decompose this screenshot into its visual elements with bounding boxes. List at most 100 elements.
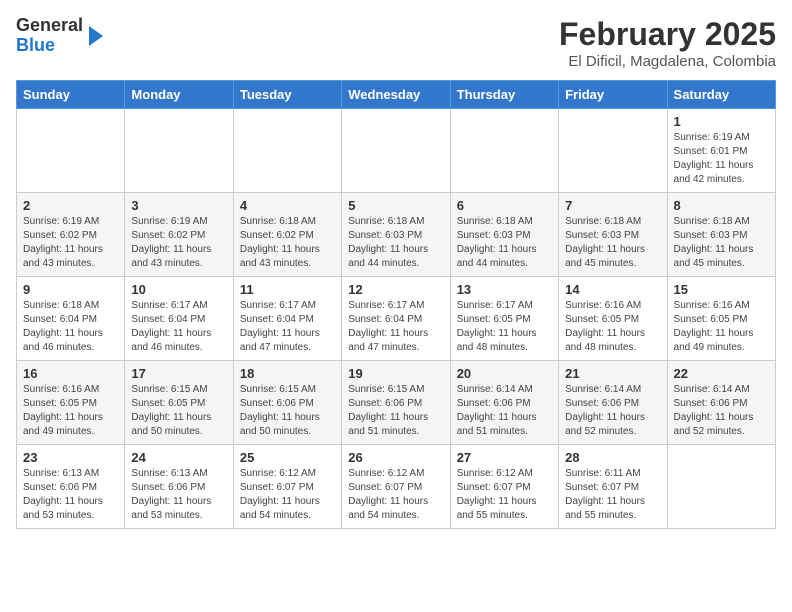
day-number: 5 (348, 198, 443, 213)
weekday-header-tuesday: Tuesday (233, 81, 341, 109)
day-number: 9 (23, 282, 118, 297)
weekday-header-sunday: Sunday (17, 81, 125, 109)
calendar-header: SundayMondayTuesdayWednesdayThursdayFrid… (17, 81, 776, 109)
day-number: 21 (565, 366, 660, 381)
weekday-header-monday: Monday (125, 81, 233, 109)
day-info: Sunrise: 6:12 AM Sunset: 6:07 PM Dayligh… (348, 467, 443, 523)
day-number: 17 (131, 366, 226, 381)
day-number: 15 (674, 282, 769, 297)
day-number: 18 (240, 366, 335, 381)
day-number: 4 (240, 198, 335, 213)
calendar-cell: 27 Sunrise: 6:12 AM Sunset: 6:07 PM Dayli… (450, 445, 558, 529)
day-number: 25 (240, 450, 335, 465)
day-info: Sunrise: 6:14 AM Sunset: 6:06 PM Dayligh… (565, 383, 660, 439)
calendar-cell (667, 445, 775, 529)
day-info: Sunrise: 6:14 AM Sunset: 6:06 PM Dayligh… (674, 383, 769, 439)
day-number: 11 (240, 282, 335, 297)
title-block: February 2025 El Dificil, Magdalena, Col… (559, 16, 776, 70)
day-number: 7 (565, 198, 660, 213)
day-info: Sunrise: 6:18 AM Sunset: 6:03 PM Dayligh… (457, 215, 552, 271)
day-number: 16 (23, 366, 118, 381)
calendar-cell: 13Sunrise: 6:17 AM Sunset: 6:05 PM Dayli… (450, 277, 558, 361)
weekday-header-saturday: Saturday (667, 81, 775, 109)
calendar-cell: 19Sunrise: 6:15 AM Sunset: 6:06 PM Dayli… (342, 361, 450, 445)
day-number: 19 (348, 366, 443, 381)
calendar-cell: 11 Sunrise: 6:17 AM Sunset: 6:04 PM Dayli… (233, 277, 341, 361)
day-number: 22 (674, 366, 769, 381)
page-header: General Blue February 2025 El Dificil, M… (16, 16, 776, 70)
day-info: Sunrise: 6:17 AM Sunset: 6:04 PM Dayligh… (240, 299, 335, 355)
day-number: 13 (457, 282, 552, 297)
day-info: Sunrise: 6:13 AM Sunset: 6:06 PM Dayligh… (23, 467, 118, 523)
day-number: 3 (131, 198, 226, 213)
calendar-cell: 28 Sunrise: 6:11 AM Sunset: 6:07 PM Dayli… (559, 445, 667, 529)
calendar-cell: 26Sunrise: 6:12 AM Sunset: 6:07 PM Dayli… (342, 445, 450, 529)
day-number: 10 (131, 282, 226, 297)
day-info: Sunrise: 6:11 AM Sunset: 6:07 PM Dayligh… (565, 467, 660, 523)
day-number: 12 (348, 282, 443, 297)
weekday-header-friday: Friday (559, 81, 667, 109)
day-info: Sunrise: 6:13 AM Sunset: 6:06 PM Dayligh… (131, 467, 226, 523)
calendar-cell: 23 Sunrise: 6:13 AM Sunset: 6:06 PM Dayli… (17, 445, 125, 529)
day-number: 28 (565, 450, 660, 465)
day-info: Sunrise: 6:12 AM Sunset: 6:07 PM Dayligh… (240, 467, 335, 523)
calendar-cell: 3 Sunrise: 6:19 AM Sunset: 6:02 PM Daylig… (125, 193, 233, 277)
week-row-4: 23 Sunrise: 6:13 AM Sunset: 6:06 PM Dayli… (17, 445, 776, 529)
logo: General Blue (16, 16, 103, 56)
logo-arrow-icon (89, 26, 103, 46)
calendar-cell: 4 Sunrise: 6:18 AM Sunset: 6:02 PM Daylig… (233, 193, 341, 277)
week-row-2: 9 Sunrise: 6:18 AM Sunset: 6:04 PM Daylig… (17, 277, 776, 361)
day-info: Sunrise: 6:15 AM Sunset: 6:06 PM Dayligh… (240, 383, 335, 439)
page-subtitle: El Dificil, Magdalena, Colombia (559, 53, 776, 70)
day-number: 27 (457, 450, 552, 465)
day-info: Sunrise: 6:15 AM Sunset: 6:05 PM Dayligh… (131, 383, 226, 439)
calendar-cell: 9 Sunrise: 6:18 AM Sunset: 6:04 PM Daylig… (17, 277, 125, 361)
calendar-cell: 7 Sunrise: 6:18 AM Sunset: 6:03 PM Daylig… (559, 193, 667, 277)
day-info: Sunrise: 6:18 AM Sunset: 6:03 PM Dayligh… (565, 215, 660, 271)
day-number: 1 (674, 114, 769, 129)
week-row-0: 1 Sunrise: 6:19 AM Sunset: 6:01 PM Daylig… (17, 109, 776, 193)
calendar-cell: 21 Sunrise: 6:14 AM Sunset: 6:06 PM Dayli… (559, 361, 667, 445)
calendar-cell: 8 Sunrise: 6:18 AM Sunset: 6:03 PM Daylig… (667, 193, 775, 277)
calendar-cell: 22 Sunrise: 6:14 AM Sunset: 6:06 PM Dayli… (667, 361, 775, 445)
day-number: 23 (23, 450, 118, 465)
day-number: 14 (565, 282, 660, 297)
day-info: Sunrise: 6:12 AM Sunset: 6:07 PM Dayligh… (457, 467, 552, 523)
day-info: Sunrise: 6:18 AM Sunset: 6:03 PM Dayligh… (674, 215, 769, 271)
day-number: 2 (23, 198, 118, 213)
day-info: Sunrise: 6:18 AM Sunset: 6:03 PM Dayligh… (348, 215, 443, 271)
calendar-cell: 5 Sunrise: 6:18 AM Sunset: 6:03 PM Daylig… (342, 193, 450, 277)
week-row-3: 16 Sunrise: 6:16 AM Sunset: 6:05 PM Dayli… (17, 361, 776, 445)
day-info: Sunrise: 6:18 AM Sunset: 6:04 PM Dayligh… (23, 299, 118, 355)
day-number: 6 (457, 198, 552, 213)
calendar-cell: 18 Sunrise: 6:15 AM Sunset: 6:06 PM Dayli… (233, 361, 341, 445)
weekday-header-wednesday: Wednesday (342, 81, 450, 109)
calendar-cell: 1 Sunrise: 6:19 AM Sunset: 6:01 PM Daylig… (667, 109, 775, 193)
day-info: Sunrise: 6:19 AM Sunset: 6:02 PM Dayligh… (131, 215, 226, 271)
calendar-cell (342, 109, 450, 193)
day-info: Sunrise: 6:19 AM Sunset: 6:02 PM Dayligh… (23, 215, 118, 271)
logo-blue-text: Blue (16, 35, 55, 55)
day-info: Sunrise: 6:17 AM Sunset: 6:04 PM Dayligh… (131, 299, 226, 355)
calendar-cell: 24 Sunrise: 6:13 AM Sunset: 6:06 PM Dayli… (125, 445, 233, 529)
day-info: Sunrise: 6:18 AM Sunset: 6:02 PM Dayligh… (240, 215, 335, 271)
day-number: 24 (131, 450, 226, 465)
calendar-cell: 20Sunrise: 6:14 AM Sunset: 6:06 PM Dayli… (450, 361, 558, 445)
day-info: Sunrise: 6:14 AM Sunset: 6:06 PM Dayligh… (457, 383, 552, 439)
calendar-cell (17, 109, 125, 193)
weekday-row: SundayMondayTuesdayWednesdayThursdayFrid… (17, 81, 776, 109)
calendar-cell (559, 109, 667, 193)
calendar-cell (450, 109, 558, 193)
week-row-1: 2 Sunrise: 6:19 AM Sunset: 6:02 PM Daylig… (17, 193, 776, 277)
calendar-cell: 15 Sunrise: 6:16 AM Sunset: 6:05 PM Dayli… (667, 277, 775, 361)
calendar-cell: 16 Sunrise: 6:16 AM Sunset: 6:05 PM Dayli… (17, 361, 125, 445)
day-info: Sunrise: 6:16 AM Sunset: 6:05 PM Dayligh… (23, 383, 118, 439)
day-info: Sunrise: 6:16 AM Sunset: 6:05 PM Dayligh… (674, 299, 769, 355)
page-title: February 2025 (559, 16, 776, 53)
day-info: Sunrise: 6:19 AM Sunset: 6:01 PM Dayligh… (674, 131, 769, 187)
calendar-cell: 25 Sunrise: 6:12 AM Sunset: 6:07 PM Dayli… (233, 445, 341, 529)
day-number: 8 (674, 198, 769, 213)
day-info: Sunrise: 6:17 AM Sunset: 6:04 PM Dayligh… (348, 299, 443, 355)
calendar-cell (125, 109, 233, 193)
calendar-cell: 2 Sunrise: 6:19 AM Sunset: 6:02 PM Daylig… (17, 193, 125, 277)
